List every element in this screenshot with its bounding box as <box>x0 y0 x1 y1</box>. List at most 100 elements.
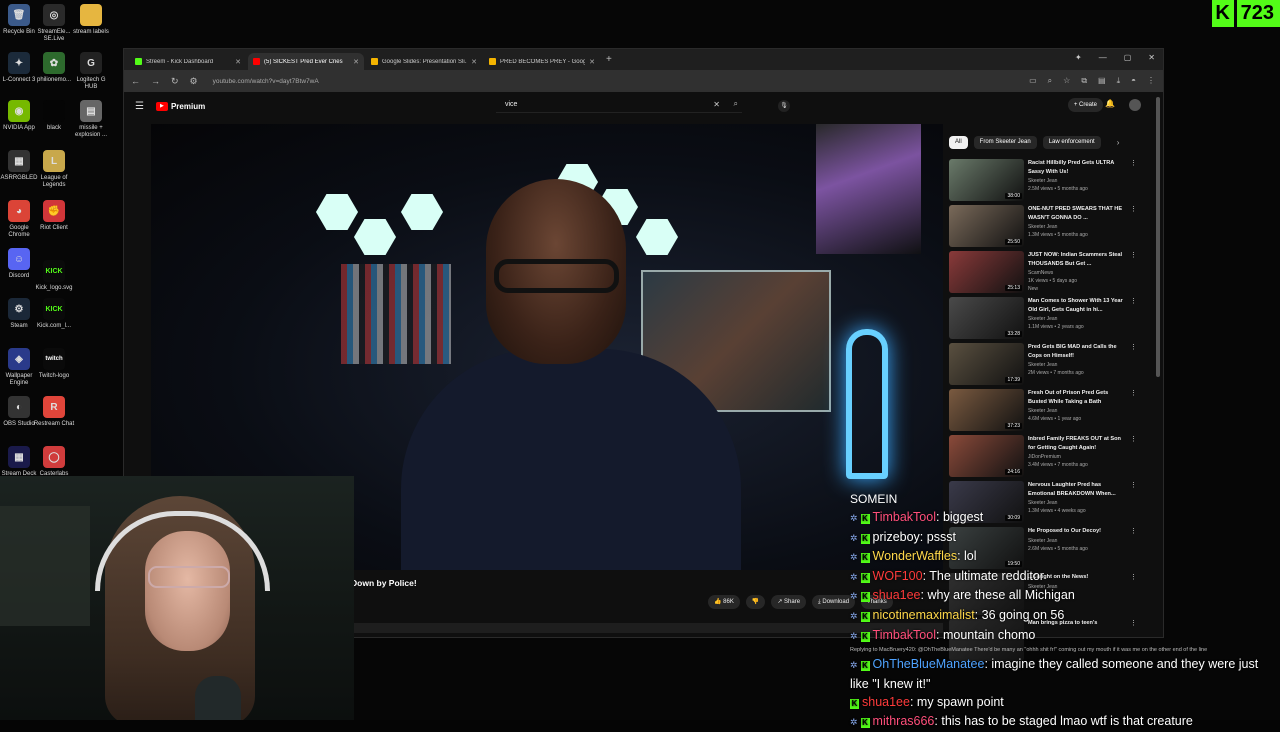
browser-tab[interactable]: PRED BECOMES PREY - Google...✕ <box>484 53 600 70</box>
more-options-icon[interactable]: ⋮ <box>1130 481 1137 489</box>
channel-name[interactable]: Skeeter Jean <box>1028 223 1126 231</box>
channel-name[interactable]: Skeeter Jean <box>1028 361 1126 369</box>
video-title: Down by Police! <box>351 578 417 588</box>
maximize-button[interactable]: ▢ <box>1124 53 1132 62</box>
menu-dots-icon[interactable]: ⋮ <box>1147 76 1155 86</box>
browser-tab[interactable]: (5) SICKEST Pred Ever Cries ✕ <box>248 53 364 70</box>
search-icon[interactable]: ⌕ <box>734 99 738 109</box>
reload-icon[interactable]: ↻ <box>171 76 179 87</box>
avatar[interactable] <box>1129 99 1141 111</box>
url-field[interactable]: youtube.com/watch?v=dayt7Btw7wA <box>213 78 319 85</box>
more-options-icon[interactable]: ⋮ <box>1130 205 1137 213</box>
channel-name[interactable]: Skeeter Jean <box>1028 315 1126 323</box>
video-thumbnail[interactable]: 25:50 <box>949 205 1024 247</box>
related-video-item[interactable]: 24:16 Inbred Family FREAKS OUT at Son for… <box>949 435 1139 481</box>
more-options-icon[interactable]: ⋮ <box>1130 389 1137 397</box>
app-icon: ▦ <box>8 150 30 172</box>
close-window-button[interactable]: ✕ <box>1148 53 1155 62</box>
chat-username: TimbakTool <box>872 510 936 524</box>
search-input[interactable]: vice ✕ ⌕ <box>496 97 742 113</box>
app-icon: ✊ <box>43 200 65 222</box>
channel-name[interactable]: Skeeter Jean <box>1028 407 1126 415</box>
chevron-right-icon[interactable]: › <box>1117 138 1120 147</box>
related-video-title[interactable]: Man Comes to Shower With 13 Year Old Gir… <box>1028 297 1126 314</box>
extensions-icon[interactable]: ⧉ <box>1081 76 1087 86</box>
create-button[interactable]: + Create <box>1067 98 1103 112</box>
related-video-title[interactable]: JUST NOW: Indian Scammers Steal THOUSAND… <box>1028 251 1126 268</box>
more-options-icon[interactable]: ⋮ <box>1130 343 1137 351</box>
video-thumbnail[interactable]: 25:13 <box>949 251 1024 293</box>
youtube-logo[interactable]: ▶ Premium <box>155 101 205 111</box>
desktop-icon[interactable]: twitch Twitch-logo <box>33 348 75 380</box>
related-video-title[interactable]: ONE-NUT PRED SWEARS THAT HE WASN'T GONNA… <box>1028 205 1126 222</box>
notifications-bell-icon[interactable]: 🔔 <box>1105 99 1115 108</box>
desktop-icon[interactable]: L League of Legends <box>33 150 75 189</box>
filter-chip[interactable]: Law enforcement <box>1042 136 1101 149</box>
filter-chip[interactable]: From Skeeter Jean <box>973 136 1037 149</box>
video-thumbnail[interactable]: 33:28 <box>949 297 1024 339</box>
back-icon[interactable]: ← <box>131 76 140 86</box>
app-icon: L <box>43 150 65 172</box>
video-thumbnail[interactable]: 37:23 <box>949 389 1024 431</box>
desktop-icon[interactable]: G Logitech G HUB <box>70 52 112 91</box>
desktop-icon[interactable]: ✿ philionemo... <box>33 52 75 84</box>
close-tab-icon[interactable]: ✕ <box>589 58 595 66</box>
share-button[interactable]: ↗ Share <box>771 595 807 609</box>
new-tab-button[interactable]: + <box>606 54 612 65</box>
browser-tab[interactable]: Google Slides: Presentation Sli... ✕ <box>366 53 482 70</box>
cast-icon[interactable]: ▭ <box>1029 76 1037 86</box>
site-info-icon[interactable]: ⚙ <box>190 76 198 87</box>
desktop-icon[interactable]: KICK Kick_logo.svg <box>33 260 75 292</box>
related-video-title[interactable]: Inbred Family FREAKS OUT at Son for Gett… <box>1028 435 1126 452</box>
microphone-icon[interactable]: 🎙 <box>778 100 790 112</box>
video-thumbnail[interactable]: 38:00 <box>949 159 1024 201</box>
related-video-item[interactable]: 25:13 JUST NOW: Indian Scammers Steal THO… <box>949 251 1139 297</box>
sidepanel-icon[interactable]: ▤ <box>1098 76 1106 86</box>
profile-icon[interactable]: ◓ <box>1131 76 1136 86</box>
channel-name[interactable]: Skeeter Jean <box>1028 177 1126 185</box>
related-video-item[interactable]: 33:28 Man Comes to Shower With 13 Year Ol… <box>949 297 1139 343</box>
tab-label: PRED BECOMES PREY - Google... <box>500 58 586 65</box>
bookmark-star-icon[interactable]: ☆ <box>1063 76 1070 86</box>
chat-text: 36 going on 56 <box>981 607 1065 622</box>
video-duration: 33:28 <box>1005 331 1022 337</box>
more-options-icon[interactable]: ⋮ <box>1130 435 1137 443</box>
filter-chip[interactable]: All <box>949 136 968 149</box>
channel-name[interactable]: JiDonPremium <box>1028 453 1126 461</box>
channel-name[interactable]: ScamNews <box>1028 269 1126 277</box>
related-video-title[interactable]: Racist Hillbilly Pred Gets ULTRA Sassy W… <box>1028 159 1126 176</box>
dislike-button[interactable]: 👎 <box>745 595 766 609</box>
like-button[interactable]: 👍 86K <box>708 595 740 609</box>
related-video-item[interactable]: 17:39 Pred Gets BIG MAD and Calls the Cop… <box>949 343 1139 389</box>
more-options-icon[interactable]: ⋮ <box>1130 159 1137 167</box>
video-thumbnail[interactable]: 24:16 <box>949 435 1024 477</box>
hamburger-menu-icon[interactable]: ☰ <box>135 101 144 112</box>
close-tab-icon[interactable]: ✕ <box>353 58 359 66</box>
related-video-item[interactable]: 25:50 ONE-NUT PRED SWEARS THAT HE WASN'T … <box>949 205 1139 251</box>
browser-tab[interactable]: Streem - Kick Dashboard ✕ <box>130 53 246 70</box>
desktop-icon[interactable]: ◎ StreamEle... SE.Live <box>33 4 75 43</box>
forward-icon[interactable]: → <box>151 76 160 86</box>
desktop-icon[interactable]: ✊ Riot Client <box>33 200 75 232</box>
related-video-item[interactable]: 38:00 Racist Hillbilly Pred Gets ULTRA Sa… <box>949 159 1139 205</box>
desktop-icon[interactable]: stream labels <box>70 4 112 36</box>
related-video-title[interactable]: Fresh Out of Prison Pred Gets Busted Whi… <box>1028 389 1126 406</box>
desktop-icon[interactable]: ▤ missile + explosion ... <box>70 100 112 139</box>
related-video-title[interactable]: Pred Gets BIG MAD and Calls the Cops on … <box>1028 343 1126 360</box>
desktop-icon[interactable]: ◯ Casterlabs <box>33 446 75 478</box>
minimize-button[interactable]: — <box>1099 53 1107 62</box>
page-scrollbar[interactable] <box>1156 97 1160 377</box>
zoom-icon[interactable]: ⌕ <box>1048 76 1052 86</box>
more-options-icon[interactable]: ⋮ <box>1130 297 1137 305</box>
desktop-icon[interactable]: R Restream Chat <box>33 396 75 428</box>
extension-icon[interactable]: ✦ <box>1075 53 1082 62</box>
desktop-icon[interactable]: black <box>33 100 75 132</box>
video-thumbnail[interactable]: 17:39 <box>949 343 1024 385</box>
close-tab-icon[interactable]: ✕ <box>471 58 477 66</box>
related-video-item[interactable]: 37:23 Fresh Out of Prison Pred Gets Buste… <box>949 389 1139 435</box>
more-options-icon[interactable]: ⋮ <box>1130 251 1137 259</box>
desktop-icon[interactable]: KICK Kick.com_l... <box>33 298 75 330</box>
download-icon[interactable]: ⤓ <box>1117 76 1121 86</box>
clear-search-icon[interactable]: ✕ <box>713 100 720 109</box>
close-tab-icon[interactable]: ✕ <box>235 58 241 66</box>
